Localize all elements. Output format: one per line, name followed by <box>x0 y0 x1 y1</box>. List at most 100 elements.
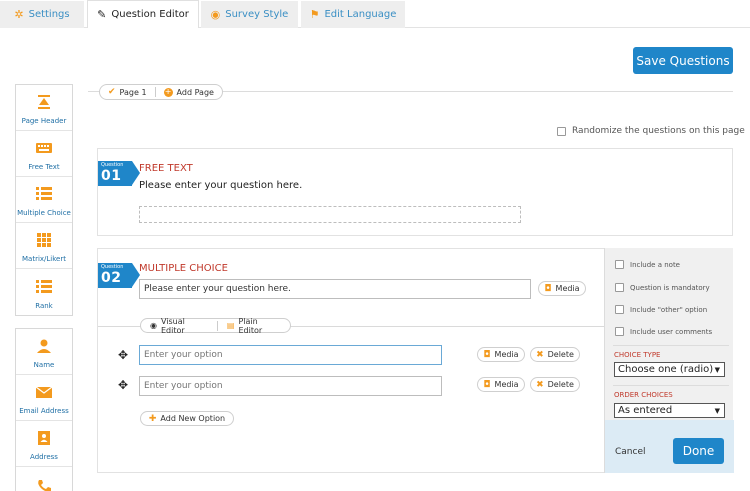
order-choices-value: As entered <box>618 405 673 416</box>
question-media-button[interactable]: ◘ Media <box>538 281 586 296</box>
order-choices-label: ORDER CHOICES <box>614 391 673 399</box>
visual-editor-button[interactable]: ◉ Visual Editor <box>141 317 217 335</box>
page-selector: ✔ Page 1 + Add Page <box>99 84 223 100</box>
cancel-button[interactable]: Cancel <box>615 447 646 457</box>
question-text-input[interactable]: Please enter your question here. <box>139 279 531 299</box>
panel-divider <box>613 385 729 386</box>
sidebar-label: Name <box>33 361 55 369</box>
eye-icon: ◉ <box>210 8 221 21</box>
tab-label: Survey Style <box>225 9 289 20</box>
randomize-checkbox[interactable] <box>557 126 566 136</box>
question-text: Please enter your question here. <box>139 180 303 191</box>
sidebar-item-rank[interactable]: Rank <box>16 269 72 315</box>
question-settings-panel: Include a note Question is mandatory Inc… <box>604 248 734 473</box>
option-media-button[interactable]: ◘ Media <box>477 347 525 362</box>
option-input[interactable] <box>139 345 442 365</box>
camera-icon: ◘ <box>544 283 552 294</box>
save-questions-button[interactable]: Save Questions <box>633 47 733 74</box>
sidebar-item-phone[interactable] <box>16 467 72 491</box>
option-label: Include "other" option <box>630 305 708 314</box>
camera-icon: ◘ <box>483 379 491 390</box>
option-delete-button[interactable]: ✖ Delete <box>530 347 580 362</box>
page-1-tab[interactable]: ✔ Page 1 <box>100 87 155 97</box>
tab-label: Edit Language <box>324 9 397 20</box>
user-icon <box>37 339 51 353</box>
tab-edit-language[interactable]: ⚑ Edit Language <box>301 1 405 28</box>
move-handle-icon[interactable]: ✥ <box>118 378 128 392</box>
mandatory-option[interactable]: Question is mandatory <box>615 283 710 292</box>
plain-editor-button[interactable]: ▤ Plain Editor <box>218 317 290 335</box>
tab-question-editor[interactable]: ✎ Question Editor <box>87 0 199 28</box>
question-card-free-text[interactable]: Question 01 FREE TEXT Please enter your … <box>97 148 733 236</box>
sidebar-item-name[interactable]: Name <box>16 329 72 375</box>
chevron-down-icon: ▼ <box>714 365 720 374</box>
sidebar-item-free-text[interactable]: Free Text <box>16 131 72 177</box>
sidebar-item-matrix-likert[interactable]: Matrix/Likert <box>16 223 72 269</box>
include-comments-checkbox[interactable] <box>615 327 624 336</box>
check-icon: ✔ <box>108 87 116 97</box>
media-label: Media <box>555 284 580 293</box>
media-label: Media <box>494 380 519 389</box>
delete-label: Delete <box>547 380 574 389</box>
include-other-checkbox[interactable] <box>615 305 624 314</box>
sidebar-item-address[interactable]: Address <box>16 421 72 467</box>
panel-divider <box>613 345 729 346</box>
question-type-label: FREE TEXT <box>139 163 193 174</box>
question-number: 02 <box>101 270 122 286</box>
tab-settings[interactable]: ✲ Settings <box>0 1 84 28</box>
randomize-option[interactable]: Randomize the questions on this page <box>557 126 745 136</box>
option-label: Include user comments <box>630 327 713 336</box>
option-media-button[interactable]: ◘ Media <box>477 377 525 392</box>
eye-icon: ◉ <box>150 321 157 330</box>
choice-type-value: Choose one (radio) <box>618 364 714 375</box>
include-note-checkbox[interactable] <box>615 260 624 269</box>
add-page-button[interactable]: + Add Page <box>156 87 222 97</box>
sidebar-item-page-header[interactable]: Page Header <box>16 85 72 131</box>
option-input[interactable] <box>139 376 442 396</box>
order-choices-select[interactable]: As entered ▼ <box>614 403 725 418</box>
mandatory-checkbox[interactable] <box>615 283 624 292</box>
plain-editor-label: Plain Editor <box>238 316 263 335</box>
close-icon: ✖ <box>536 349 544 360</box>
flag-icon: ⚑ <box>309 8 320 21</box>
close-icon: ✖ <box>536 379 544 390</box>
sidebar-label: Address <box>30 453 58 461</box>
sidebar-label: Email Address <box>19 407 69 415</box>
tab-label: Question Editor <box>111 9 189 20</box>
include-other-option[interactable]: Include "other" option <box>615 305 707 314</box>
include-note-option[interactable]: Include a note <box>615 260 680 269</box>
free-text-answer-preview <box>139 206 521 223</box>
gear-icon: ✲ <box>14 8 24 21</box>
list-icon <box>36 187 52 200</box>
plus-icon: ✚ <box>148 413 157 424</box>
sidebar-label: Matrix/Likert <box>22 255 66 263</box>
include-comments-option[interactable]: Include user comments <box>615 327 712 336</box>
add-new-option-button[interactable]: ✚ Add New Option <box>140 411 234 426</box>
move-handle-icon[interactable]: ✥ <box>118 348 128 362</box>
pencil-icon: ✎ <box>97 8 107 21</box>
chevron-down-icon: ▼ <box>714 406 720 415</box>
question-types-group: Page Header Free Text Multiple Choice Ma… <box>15 84 73 316</box>
question-type-label: MULTIPLE CHOICE <box>139 263 228 274</box>
question-number: 01 <box>101 168 122 184</box>
panel-footer: Cancel Done <box>605 420 734 473</box>
choice-type-select[interactable]: Choose one (radio) ▼ <box>614 362 725 377</box>
address-book-icon <box>38 431 50 445</box>
option-delete-button[interactable]: ✖ Delete <box>530 377 580 392</box>
envelope-icon <box>36 386 52 398</box>
tab-label: Settings <box>28 9 70 20</box>
done-button[interactable]: Done <box>673 438 724 464</box>
file-icon: ▤ <box>226 321 235 330</box>
sidebar-item-email-address[interactable]: Email Address <box>16 375 72 421</box>
media-label: Media <box>494 350 519 359</box>
camera-icon: ◘ <box>483 349 491 360</box>
visual-editor-label: Visual Editor <box>160 316 185 335</box>
sidebar-label: Free Text <box>28 163 60 171</box>
sidebar-item-multiple-choice[interactable]: Multiple Choice <box>16 177 72 223</box>
randomize-label: Randomize the questions on this page <box>572 126 745 136</box>
tab-survey-style[interactable]: ◉ Survey Style <box>201 1 298 28</box>
add-option-label: Add New Option <box>160 414 226 423</box>
sidebar-label: Page Header <box>21 117 67 125</box>
option-label: Question is mandatory <box>630 283 710 292</box>
option-label: Include a note <box>630 260 680 269</box>
